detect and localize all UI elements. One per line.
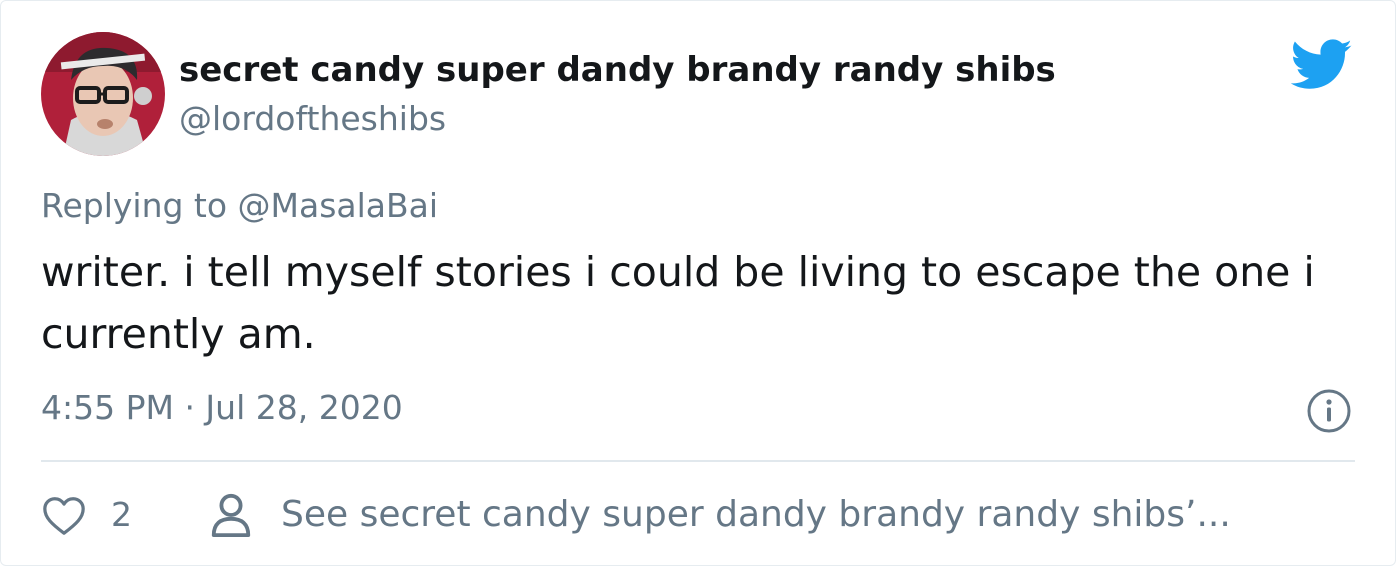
tweet-card: secret candy super dandy brandy randy sh…	[0, 0, 1396, 566]
tweet-text: writer. i tell myself stories i could be…	[41, 248, 1315, 358]
replying-to[interactable]: Replying to @MasalaBai	[41, 184, 438, 228]
author-handle[interactable]: @lordoftheshibs	[179, 97, 446, 141]
avatar-image	[41, 32, 165, 156]
see-more-label: See secret candy super dandy brandy rand…	[281, 494, 1231, 535]
tweet-timestamp[interactable]: 4:55 PM · Jul 28, 2020	[41, 386, 403, 430]
person-icon	[211, 493, 251, 538]
avatar[interactable]	[41, 32, 165, 156]
like-button[interactable]: 2	[41, 489, 132, 541]
twitter-bird-icon[interactable]	[1291, 39, 1353, 91]
see-profile-link[interactable]: See secret candy super dandy brandy rand…	[209, 489, 1231, 541]
like-count: 2	[111, 495, 132, 534]
heart-icon	[43, 497, 85, 535]
info-icon[interactable]	[1306, 388, 1352, 434]
divider	[41, 460, 1355, 462]
author-display-name[interactable]: secret candy super dandy brandy randy sh…	[179, 48, 1056, 92]
